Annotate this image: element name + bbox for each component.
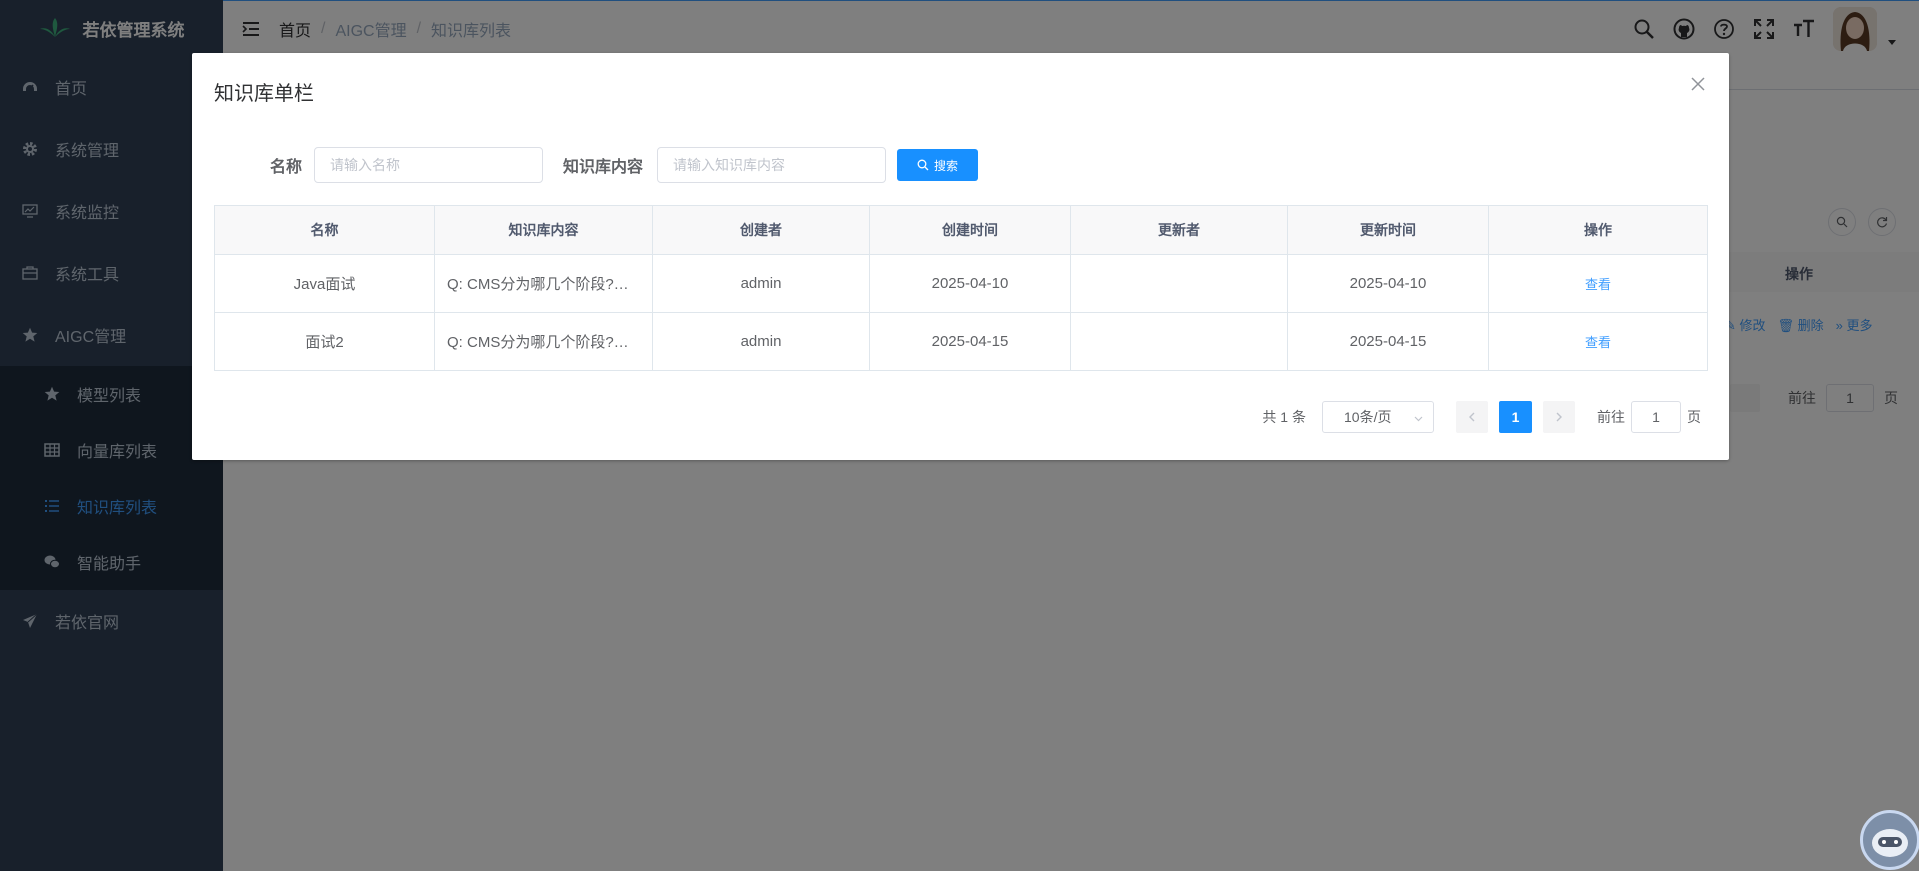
prev-page-button[interactable] [1456, 401, 1488, 433]
cell-name: Java面试 [214, 254, 435, 313]
cell-content: Q: CMS分为哪几个阶段?… [434, 254, 653, 313]
total-count: 共 1 条 [1262, 409, 1306, 425]
cell-creator: admin [652, 312, 870, 371]
pagination: 共 1 条 10条/页 1 前往 页 [1262, 401, 1701, 433]
column-header: 创建者 [652, 205, 870, 255]
cell-created: 2025-04-10 [869, 254, 1071, 313]
close-icon[interactable] [1691, 77, 1705, 91]
cell-creator: admin [652, 254, 870, 313]
assistant-float-button[interactable] [1860, 810, 1919, 870]
goto-page-input[interactable] [1631, 401, 1681, 433]
search-form: 名称 知识库内容 搜索 [192, 147, 979, 183]
content-input[interactable] [657, 147, 887, 183]
search-button[interactable]: 搜索 [897, 149, 979, 181]
column-header: 更新者 [1070, 205, 1288, 255]
content-label: 知识库内容 [563, 159, 644, 176]
cell-updated: 2025-04-10 [1287, 254, 1489, 313]
name-label: 名称 [270, 159, 303, 176]
chevron-down-icon [1414, 416, 1423, 422]
column-header: 知识库内容 [434, 205, 653, 255]
page-size-select[interactable]: 10条/页 [1322, 401, 1434, 433]
cell-updater [1070, 312, 1288, 371]
table-row: 面试2 Q: CMS分为哪几个阶段?… admin 2025-04-15 202… [214, 312, 1708, 371]
page-suffix: 页 [1687, 409, 1701, 425]
cell-created: 2025-04-15 [869, 312, 1071, 371]
name-input[interactable] [314, 147, 544, 183]
cell-updater [1070, 254, 1288, 313]
robot-icon [1872, 829, 1908, 857]
page-size-value: 10条/页 [1344, 409, 1392, 425]
table-header-row: 名称 知识库内容 创建者 创建时间 更新者 更新时间 操作 [214, 205, 1708, 255]
cell-action: 查看 [1488, 312, 1708, 371]
goto-label: 前往 [1597, 409, 1625, 425]
chevron-right-icon [1556, 412, 1562, 422]
search-button-label: 搜索 [934, 158, 959, 173]
table-row: Java面试 Q: CMS分为哪几个阶段?… admin 2025-04-10 … [214, 254, 1708, 313]
cell-action: 查看 [1488, 254, 1708, 313]
cell-content: Q: CMS分为哪几个阶段?… [434, 312, 653, 371]
column-header: 更新时间 [1287, 205, 1489, 255]
view-link[interactable]: 查看 [1585, 335, 1611, 350]
chevron-left-icon [1469, 412, 1475, 422]
cell-updated: 2025-04-15 [1287, 312, 1489, 371]
search-icon [917, 159, 929, 171]
next-page-button[interactable] [1543, 401, 1575, 433]
dialog-title: 知识库单栏 [214, 83, 314, 105]
cell-name: 面试2 [214, 312, 435, 371]
column-header: 创建时间 [869, 205, 1071, 255]
page-number-button[interactable]: 1 [1499, 401, 1532, 433]
knowledge-base-dialog: 知识库单栏 名称 知识库内容 搜索 名称 知识库内容 创建者 创建时间 更新者 … [192, 53, 1729, 460]
column-header: 名称 [214, 205, 435, 255]
knowledge-base-table: 名称 知识库内容 创建者 创建时间 更新者 更新时间 操作 Java面试 Q: … [214, 205, 1708, 371]
column-header: 操作 [1488, 205, 1708, 255]
view-link[interactable]: 查看 [1585, 277, 1611, 292]
